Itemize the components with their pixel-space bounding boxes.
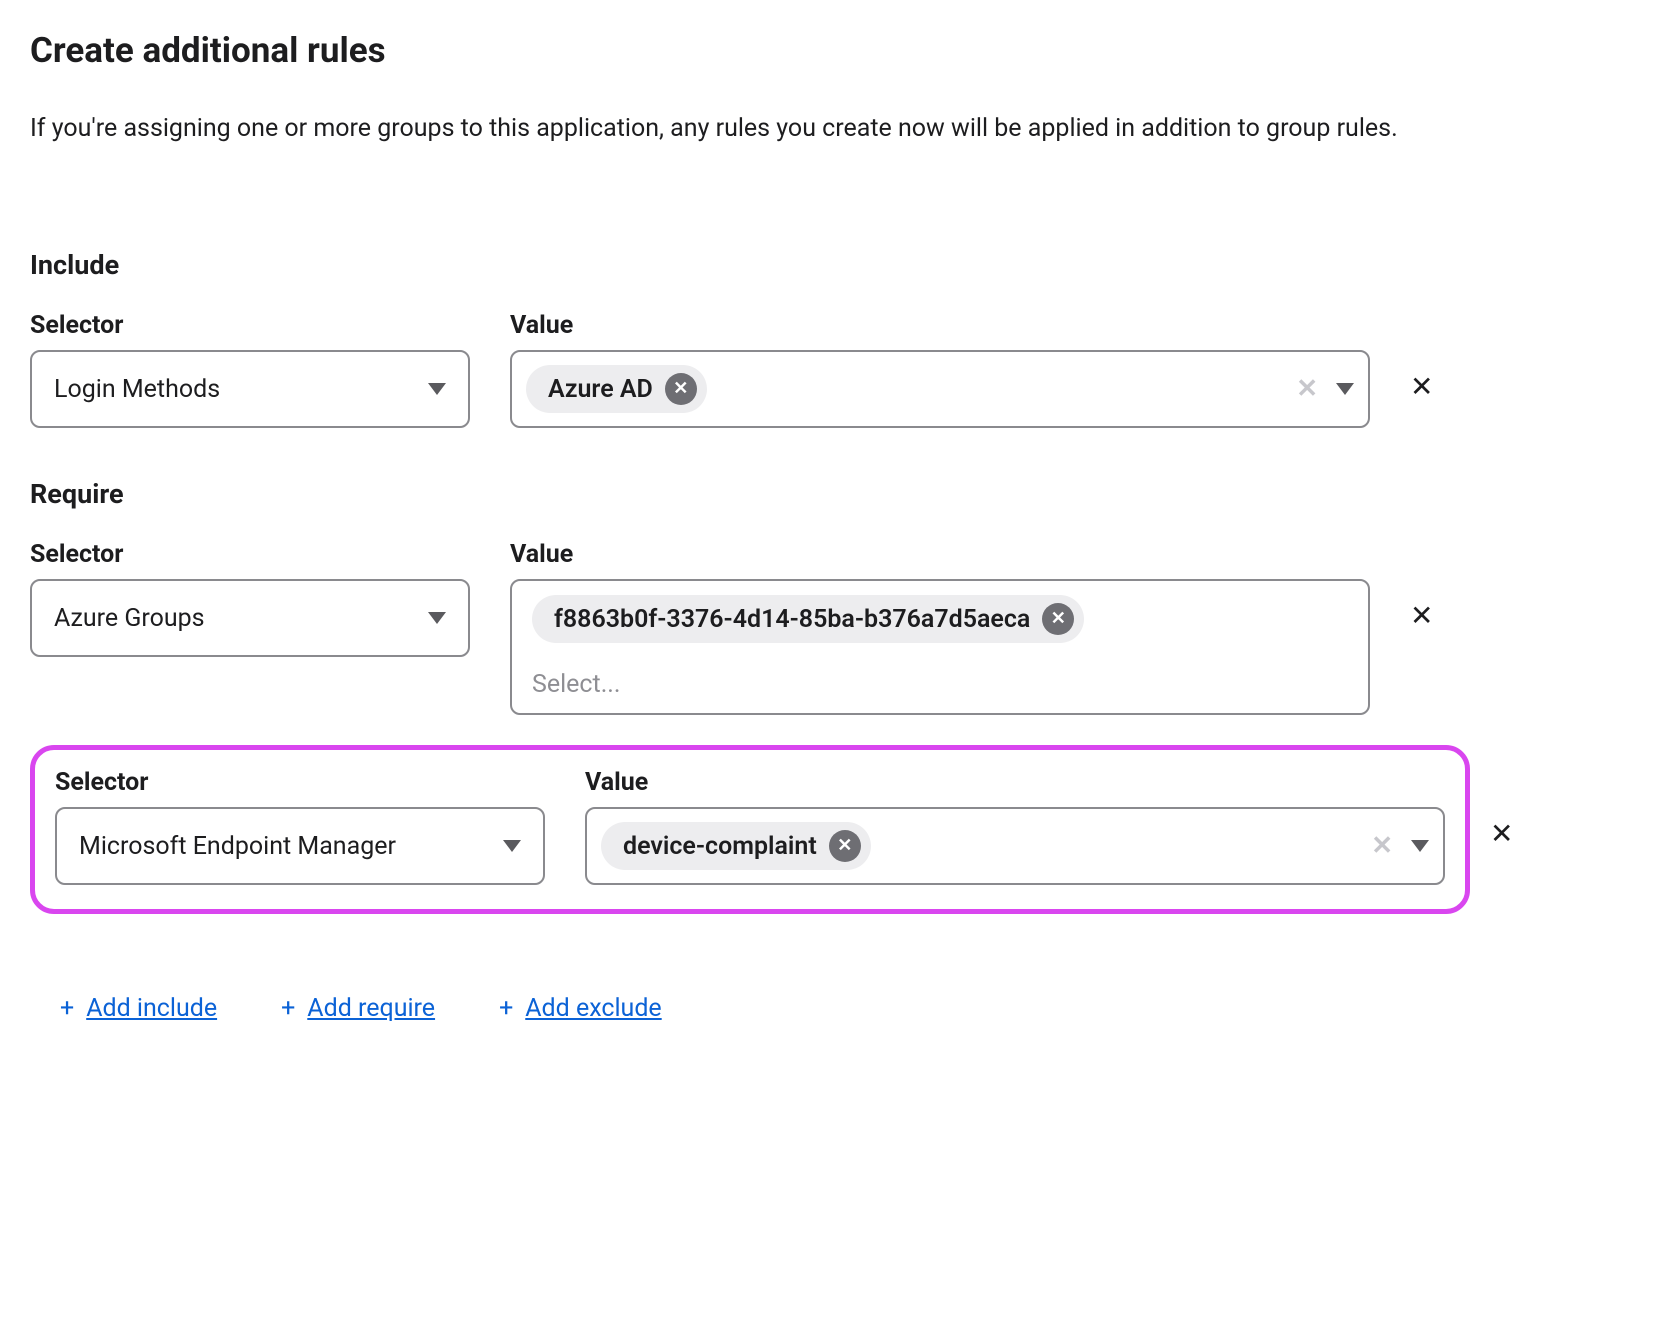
require-rule-row-highlighted: Selector Microsoft Endpoint Manager Valu… [30,745,1648,914]
selector-value: Microsoft Endpoint Manager [79,832,396,861]
remove-row-icon[interactable]: ✕ [1410,599,1433,632]
chip-label: device-complaint [623,832,817,861]
selector-value: Azure Groups [54,604,205,633]
add-exclude-label: Add exclude [525,994,661,1023]
add-rule-links: + Add include + Add require + Add exclud… [60,994,1648,1023]
value-chip: Azure AD ✕ [526,365,707,413]
plus-icon: + [60,994,74,1023]
include-heading: Include [30,249,1648,281]
selector-dropdown[interactable]: Login Methods [30,350,470,428]
selector-label: Selector [55,768,545,797]
remove-row-icon[interactable]: ✕ [1410,370,1433,403]
chip-remove-icon[interactable]: ✕ [1042,603,1074,635]
chevron-down-icon [503,840,521,852]
value-label: Value [510,540,573,569]
value-label: Value [510,311,573,340]
include-rule-row: Login Methods Azure AD ✕ ✕ ✕ [30,350,1648,428]
chip-remove-icon[interactable]: ✕ [665,373,697,405]
add-exclude-link[interactable]: + Add exclude [499,994,662,1023]
require-heading: Require [30,478,1648,510]
value-multiselect[interactable]: f8863b0f-3376-4d14-85ba-b376a7d5aeca ✕ S… [510,579,1370,715]
highlight-box: Selector Microsoft Endpoint Manager Valu… [30,745,1470,914]
selector-label: Selector [30,311,123,340]
plus-icon: + [281,994,295,1023]
add-include-link[interactable]: + Add include [60,994,217,1023]
plus-icon: + [499,994,513,1023]
value-chip: f8863b0f-3376-4d14-85ba-b376a7d5aeca ✕ [532,595,1084,643]
add-require-link[interactable]: + Add require [281,994,435,1023]
value-label: Value [585,768,1445,797]
chevron-down-icon [428,383,446,395]
chip-remove-icon[interactable]: ✕ [829,830,861,862]
require-rule-row: Azure Groups f8863b0f-3376-4d14-85ba-b37… [30,579,1648,715]
selector-label: Selector [30,540,123,569]
selector-dropdown[interactable]: Microsoft Endpoint Manager [55,807,545,885]
selector-dropdown[interactable]: Azure Groups [30,579,470,657]
chip-label: f8863b0f-3376-4d14-85ba-b376a7d5aeca [554,605,1030,634]
remove-row-icon[interactable]: ✕ [1490,817,1513,850]
selector-value: Login Methods [54,375,220,404]
clear-all-icon[interactable]: ✕ [1371,831,1393,861]
chevron-down-icon[interactable] [1336,383,1354,395]
value-placeholder: Select... [532,670,1348,699]
chip-label: Azure AD [548,375,653,404]
clear-all-icon[interactable]: ✕ [1296,374,1318,404]
add-require-label: Add require [307,994,435,1023]
value-multiselect[interactable]: device-complaint ✕ ✕ [585,807,1445,885]
chevron-down-icon[interactable] [1411,840,1429,852]
page-title: Create additional rules [30,30,1648,71]
add-include-label: Add include [86,994,217,1023]
page-description: If you're assigning one or more groups t… [30,109,1570,149]
chevron-down-icon [428,612,446,624]
value-chip: device-complaint ✕ [601,822,871,870]
value-multiselect[interactable]: Azure AD ✕ ✕ [510,350,1370,428]
